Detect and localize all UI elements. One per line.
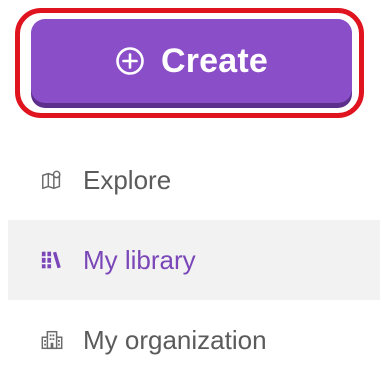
nav-item-label: My library	[83, 244, 196, 275]
sidebar: Create Explore My library My organizatio…	[0, 0, 382, 375]
nav-item-label: Explore	[83, 164, 172, 195]
nav-menu: Explore My library My organization	[8, 140, 380, 375]
nav-item-my-library[interactable]: My library	[8, 220, 380, 300]
building-icon	[39, 327, 65, 353]
nav-item-explore[interactable]: Explore	[8, 140, 380, 220]
map-icon	[39, 167, 65, 193]
create-button-label: Create	[160, 41, 269, 80]
nav-item-label: My organization	[83, 324, 267, 355]
nav-item-my-organization[interactable]: My organization	[8, 300, 380, 375]
create-button[interactable]: Create	[31, 19, 352, 103]
library-icon	[39, 247, 65, 273]
plus-circle-icon	[115, 46, 145, 76]
